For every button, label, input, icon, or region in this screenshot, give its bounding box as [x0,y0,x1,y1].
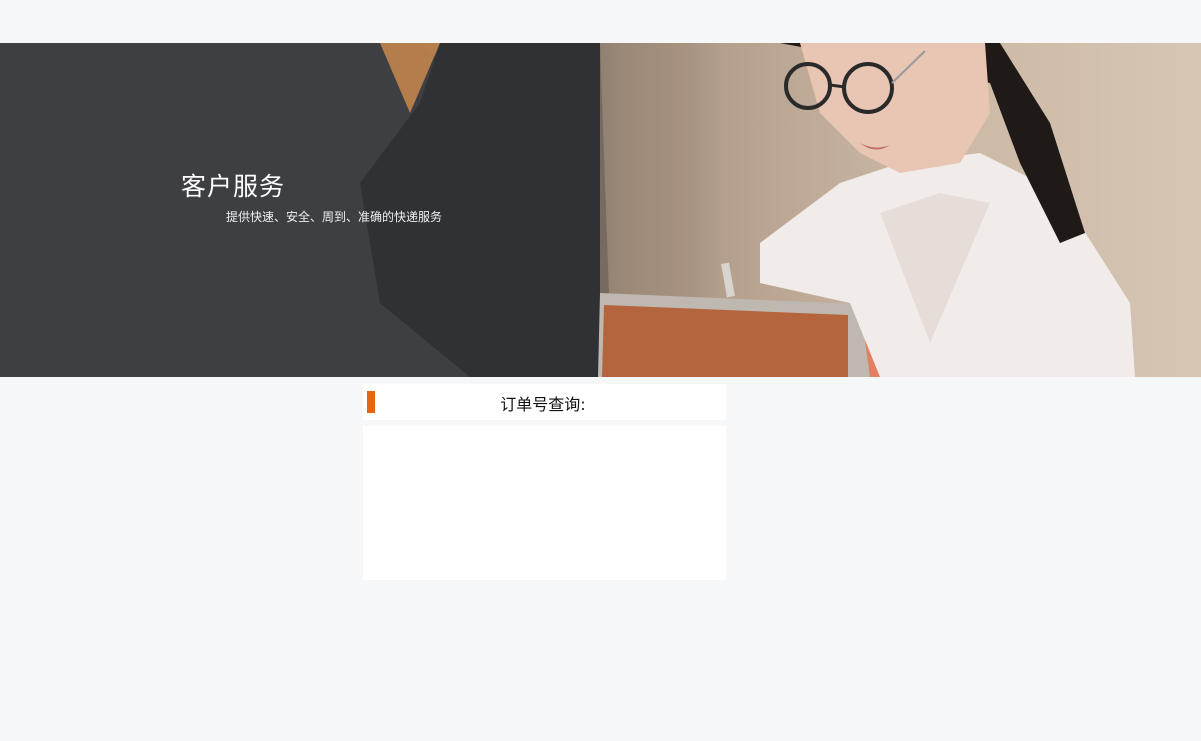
hero-banner: 客户服务 提供快速、安全、周到、准确的快递服务 [0,43,1201,377]
top-bar [0,0,1201,43]
order-query-title: 订单号查询: [500,395,586,414]
order-query-header: 订单号查询: [363,384,726,420]
banner-title: 客户服务 [181,172,286,201]
order-query-result-panel [363,426,726,580]
banner-subtitle: 提供快速、安全、周到、准确的快递服务 [226,210,443,224]
banner-photo [0,43,1135,377]
